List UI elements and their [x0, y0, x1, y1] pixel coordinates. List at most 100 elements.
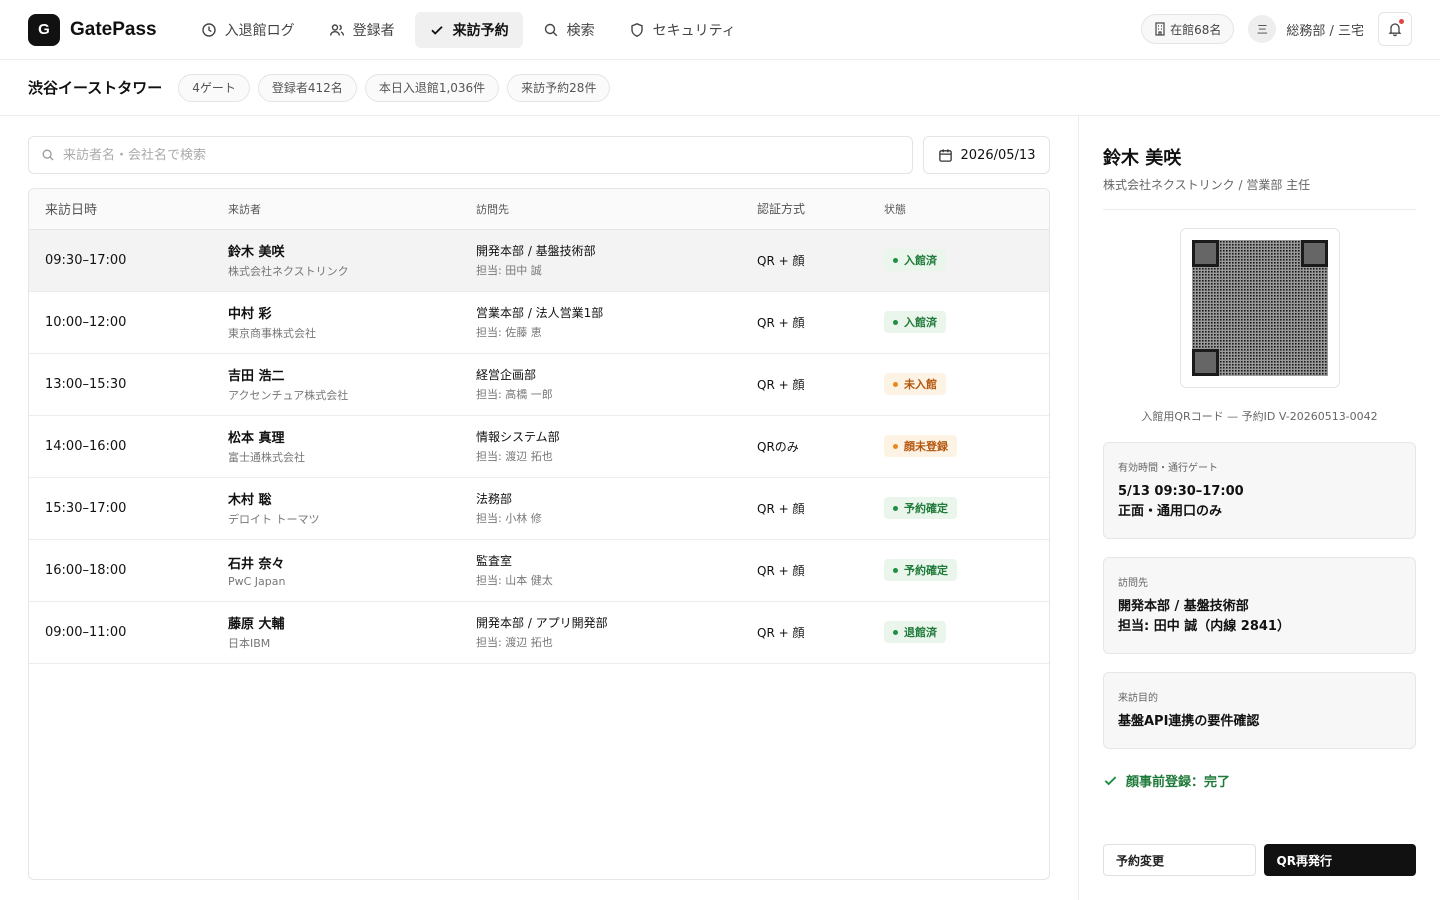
- visitor-company: 日本IBM: [228, 637, 271, 650]
- status-cell: 入館済: [868, 229, 1049, 292]
- status-badge: 予約確定: [884, 559, 957, 581]
- destination-contact: 担当: 渡辺 拓也: [476, 636, 553, 649]
- date-picker[interactable]: 2026/05/13: [923, 136, 1050, 174]
- destination-cell: 営業本部 / 法人営業1部 担当: 佐藤 恵: [460, 291, 741, 354]
- card-value: 正面・通用口のみ: [1118, 504, 1223, 519]
- destination-contact: 担当: 佐藤 恵: [476, 326, 542, 339]
- check-icon: [430, 25, 443, 35]
- action-buttons: 予約変更 QR再発行: [1103, 844, 1416, 876]
- status-dot: [893, 443, 898, 449]
- visitor-name: 木村 聡: [228, 493, 272, 508]
- destination-dept: 情報システム部: [476, 430, 560, 444]
- status-badge: 予約確定: [884, 497, 957, 519]
- destination-dept: 開発本部 / 基盤技術部: [476, 244, 596, 258]
- visit-time: 16:00–18:00: [29, 539, 212, 602]
- card-label: 有効時間・通行ゲート: [1118, 463, 1218, 474]
- auth-method: QR + 顔: [741, 601, 868, 664]
- destination-cell: 監査室 担当: 山本 健太: [460, 539, 741, 602]
- table-row[interactable]: 09:00–11:00 藤原 大輔 日本IBM 開発本部 / アプリ開発部 担当…: [29, 601, 1049, 664]
- nav-item-visit-reservations[interactable]: 来訪予約: [414, 11, 523, 48]
- auth-method: QR + 顔: [741, 291, 868, 354]
- destination-cell: 経営企画部 担当: 高橋 一郎: [460, 353, 741, 416]
- logo-letter: G: [38, 21, 50, 38]
- destination-dept: 経営企画部: [476, 368, 537, 382]
- header-destination[interactable]: 訪問先: [460, 189, 741, 230]
- main-area: 2026/05/13 来訪日時 来訪者 訪問先 認証方式 状態 09:30–17…: [0, 116, 1440, 900]
- destination-cell: 情報システム部 担当: 渡辺 拓也: [460, 415, 741, 478]
- qr-code: [1179, 228, 1340, 388]
- visitor-name: 藤原 大輔: [228, 617, 285, 632]
- site-name: 渋谷イーストタワー: [28, 79, 163, 97]
- visitor-name: 石井 奈々: [228, 556, 285, 572]
- visitor-name: 吉田 浩二: [228, 369, 285, 384]
- table-row[interactable]: 15:30–17:00 木村 聡 デロイト トーマツ 法務部 担当: 小林 修 …: [29, 477, 1049, 540]
- search-box: [28, 136, 913, 174]
- qr-caption: 入館用QRコード — 予約ID V-20260513-0042: [1141, 410, 1378, 423]
- destination-cell: 法務部 担当: 小林 修: [460, 477, 741, 540]
- user-name: 総務部 / 三宅: [1286, 23, 1364, 39]
- nav-label: セキュリティ: [652, 22, 736, 39]
- occupancy-pill[interactable]: 在館68名: [1141, 14, 1235, 44]
- header-status[interactable]: 状態: [868, 189, 1049, 230]
- reissue-qr-button[interactable]: QR再発行: [1263, 844, 1416, 876]
- reservation-list-pane: 2026/05/13 来訪日時 来訪者 訪問先 認証方式 状態 09:30–17…: [0, 116, 1079, 900]
- status-label: 未入館: [904, 378, 937, 391]
- app-logo[interactable]: G: [28, 13, 60, 46]
- destination-card: 訪問先 開発本部 / 基盤技術部 担当: 田中 誠（内線 2841）: [1103, 557, 1416, 654]
- visitor-cell: 松本 真理 富士通株式会社: [212, 415, 460, 478]
- visitor-company: 富士通株式会社: [228, 451, 305, 464]
- visit-time: 09:00–11:00: [29, 601, 212, 664]
- nav-label: 来訪予約: [452, 22, 509, 39]
- destination-cell: 開発本部 / アプリ開発部 担当: 渡辺 拓也: [460, 601, 741, 664]
- visitor-company: 株式会社ネクストリンク / 営業部 主任: [1103, 176, 1416, 210]
- purpose-card: 来訪目的 基盤API連携の要件確認: [1103, 672, 1416, 749]
- status-dot: [893, 257, 898, 263]
- avatar-initial: 三: [1256, 23, 1268, 36]
- search-input[interactable]: [63, 147, 900, 163]
- visitor-cell: 藤原 大輔 日本IBM: [212, 601, 460, 664]
- search-icon: [42, 149, 54, 161]
- header-visitor[interactable]: 来訪者: [212, 189, 460, 230]
- change-reservation-button[interactable]: 予約変更: [1103, 844, 1256, 876]
- building-icon: [1155, 22, 1165, 36]
- status-label: 入館済: [904, 254, 937, 267]
- notification-dot: [1399, 19, 1404, 24]
- user-menu[interactable]: 三 総務部 / 三宅: [1248, 15, 1364, 43]
- auth-method: QR + 顔: [741, 539, 868, 602]
- notifications-button[interactable]: [1378, 12, 1412, 46]
- nav-item-search[interactable]: 検索: [529, 12, 609, 48]
- card-value: 開発本部 / 基盤技術部: [1118, 599, 1249, 614]
- nav-item-registrants[interactable]: 登録者: [315, 12, 409, 48]
- status-cell: 退館済: [868, 601, 1049, 664]
- visitor-cell: 木村 聡 デロイト トーマツ: [212, 477, 460, 540]
- visitor-name: 鈴木 美咲: [1103, 148, 1182, 169]
- nav-item-security[interactable]: セキュリティ: [615, 12, 750, 48]
- auth-method: QR + 顔: [741, 353, 868, 416]
- table-row[interactable]: 09:30–17:00 鈴木 美咲 株式会社ネクストリンク 開発本部 / 基盤技…: [29, 229, 1049, 292]
- table-row[interactable]: 10:00–12:00 中村 彩 東京商事株式会社 営業本部 / 法人営業1部 …: [29, 291, 1049, 354]
- users-icon: [329, 23, 344, 36]
- calendar-icon: [938, 148, 952, 162]
- visitor-name: 鈴木 美咲: [228, 245, 285, 260]
- shield-icon: [630, 22, 643, 37]
- status-dot: [893, 629, 898, 635]
- status-cell: 予約確定: [868, 477, 1049, 540]
- visit-time: 09:30–17:00: [29, 229, 212, 292]
- table-row[interactable]: 14:00–16:00 松本 真理 富士通株式会社 情報システム部 担当: 渡辺…: [29, 415, 1049, 478]
- status-label: 入館済: [904, 316, 937, 329]
- table-row[interactable]: 13:00–15:30 吉田 浩二 アクセンチュア株式会社 経営企画部 担当: …: [29, 353, 1049, 416]
- nav-item-access-log[interactable]: 入退館ログ: [187, 12, 309, 48]
- visitor-company: PwC Japan: [228, 574, 286, 588]
- status-dot: [893, 505, 898, 511]
- filter-row: 2026/05/13: [28, 136, 1050, 174]
- table-row[interactable]: 16:00–18:00 石井 奈々 PwC Japan 監査室 担当: 山本 健…: [29, 539, 1049, 602]
- visit-time: 15:30–17:00: [29, 477, 212, 540]
- nav-label: 入退館ログ: [224, 22, 295, 39]
- status-badge: 顔未登録: [884, 435, 957, 457]
- header-visit-time[interactable]: 来訪日時: [29, 189, 212, 230]
- status-label: 退館済: [904, 626, 937, 639]
- face-registration-label: 顔事前登録：完了: [1126, 775, 1231, 790]
- status-label: 予約確定: [904, 502, 948, 515]
- site-header: 渋谷イーストタワー 4ゲート 登録者412名 本日入退館1,036件 来訪予約2…: [0, 60, 1440, 116]
- header-auth-method[interactable]: 認証方式: [741, 189, 868, 230]
